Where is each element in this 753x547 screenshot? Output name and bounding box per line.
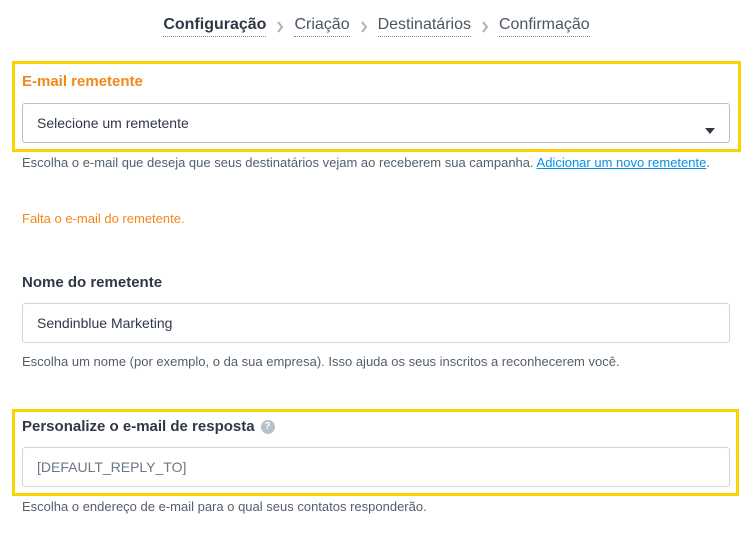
sender-email-error: Falta o e-mail do remetente. [22,211,185,226]
step-confirmacao[interactable]: Confirmação [498,16,590,37]
step-criacao[interactable]: Criação [294,16,350,37]
reply-to-label: Personalize o e-mail de resposta? [22,418,275,435]
chevron-right-icon [471,20,499,33]
sender-name-help: Escolha um nome (por exemplo, o da sua e… [22,354,620,369]
chevron-right-icon [350,20,378,33]
add-sender-link[interactable]: Adicionar um novo remetente [537,155,707,170]
sender-name-value: Sendinblue Marketing [37,315,173,331]
sender-email-help: Escolha o e-mail que deseja que seus des… [22,151,722,175]
question-circle-icon[interactable]: ? [260,420,275,435]
step-configuracao[interactable]: Configuração [163,16,267,37]
reply-to-input[interactable]: [DEFAULT_REPLY_TO] [22,447,730,487]
wizard-steps: Configuração Criação Destinatários Confi… [0,16,753,37]
sender-name-label: Nome do remetente [22,274,163,291]
step-destinatarios[interactable]: Destinatários [377,16,471,37]
sender-name-input[interactable]: Sendinblue Marketing [22,303,730,343]
sender-email-help-text: Escolha o e-mail que deseja que seus des… [22,155,537,170]
caret-down-icon [705,121,715,137]
sender-email-select[interactable]: Selecione um remetente [22,103,730,143]
reply-to-help: Escolha o endereço de e-mail para o qual… [22,499,427,514]
sender-email-label: E-mail remetente [22,73,143,90]
reply-to-value: [DEFAULT_REPLY_TO] [37,459,187,475]
sender-email-help-suffix: . [706,155,710,170]
sender-email-select-value: Selecione um remetente [37,115,189,131]
reply-to-label-text: Personalize o e-mail de resposta [22,418,255,435]
chevron-right-icon [266,20,294,33]
